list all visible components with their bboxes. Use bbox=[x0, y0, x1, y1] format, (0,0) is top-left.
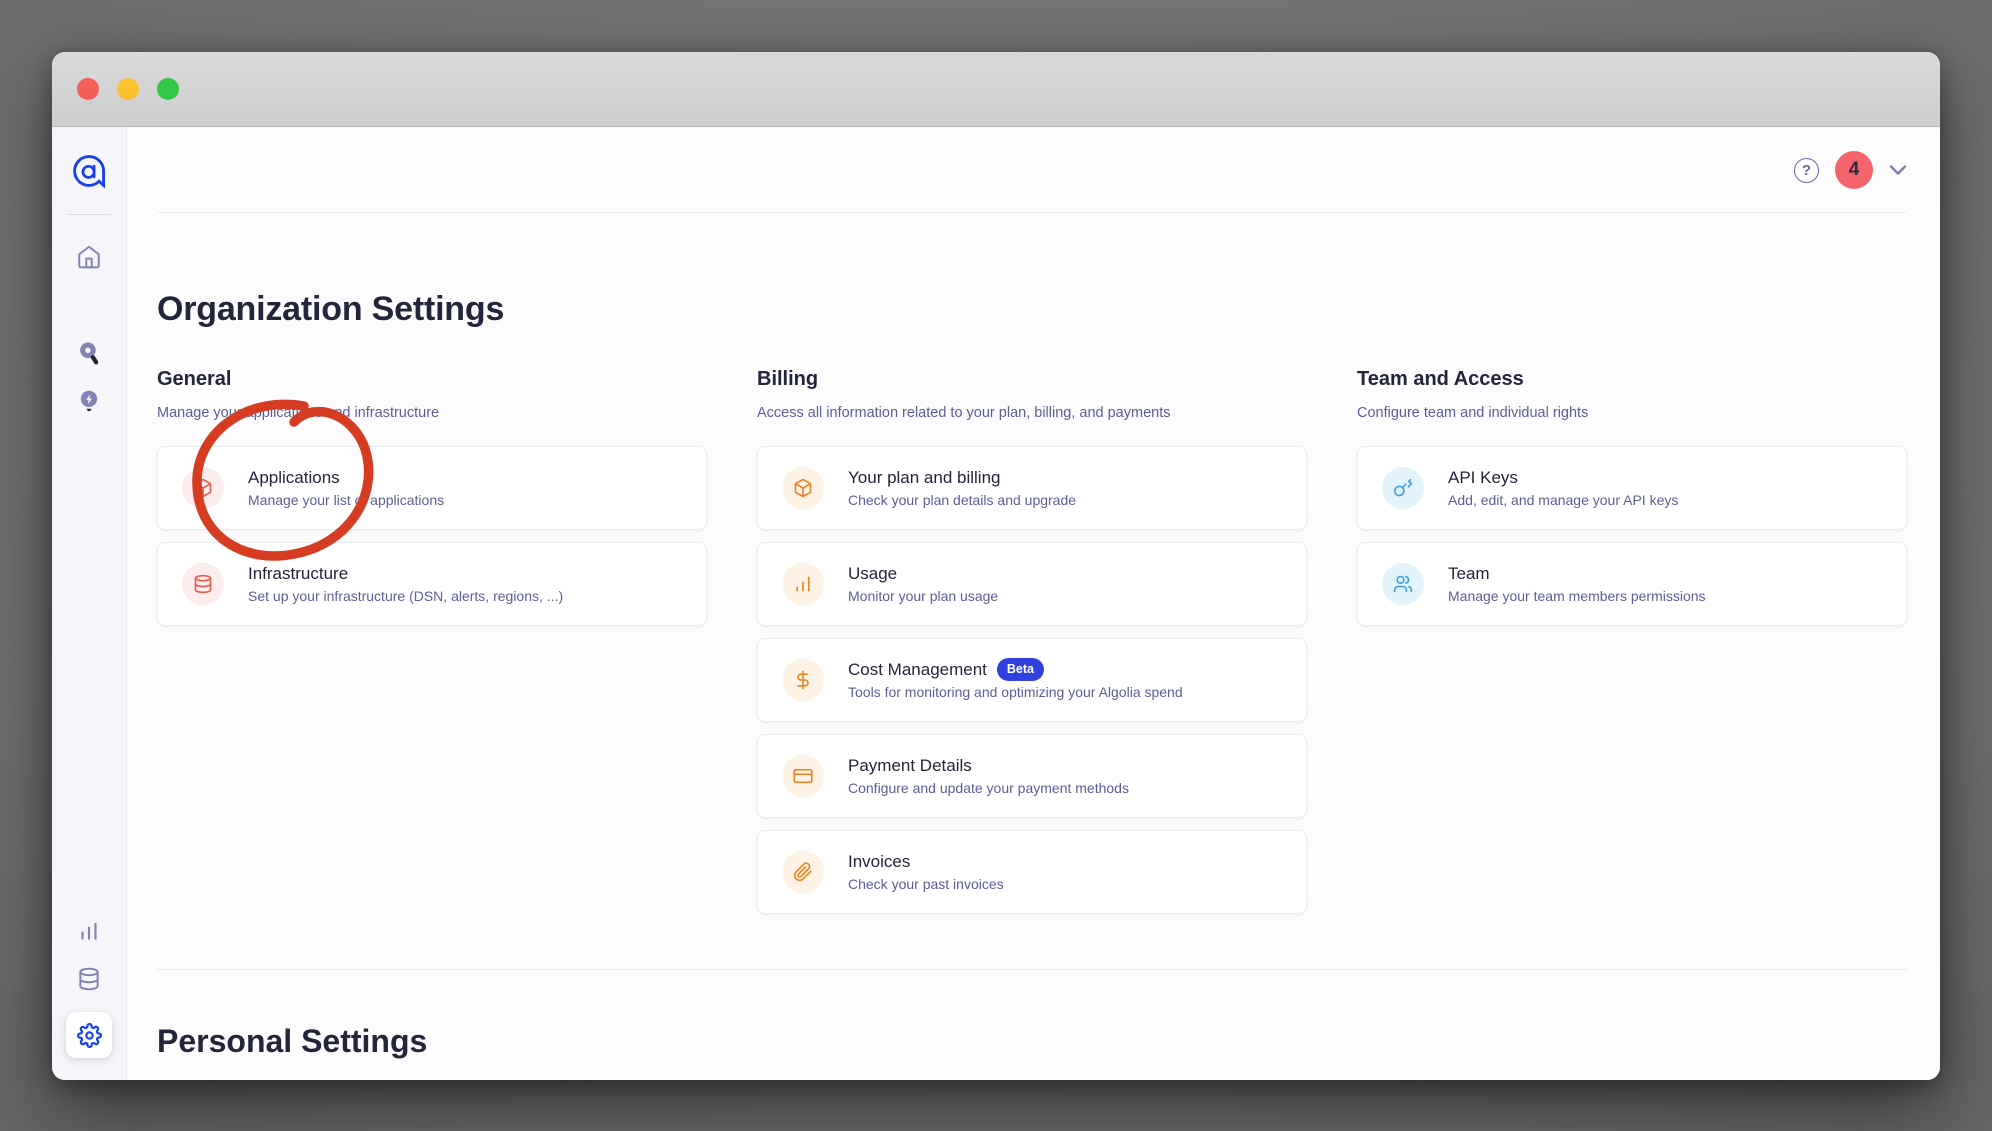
card-text: Invoices Check your past invoices bbox=[848, 850, 1004, 894]
card-text: Cost Management Beta Tools for monitoring … bbox=[848, 658, 1183, 702]
section-heading: Team and Access bbox=[1357, 366, 1907, 392]
card-usage[interactable]: Usage Monitor your plan usage bbox=[757, 542, 1307, 626]
card-subtitle: Check your past invoices bbox=[848, 875, 1004, 894]
users-icon bbox=[1382, 563, 1424, 605]
help-icon[interactable]: ? bbox=[1794, 158, 1819, 183]
card-title: Team bbox=[1448, 562, 1490, 585]
card-subtitle: Manage your team members permissions bbox=[1448, 587, 1706, 606]
card-title: Invoices bbox=[848, 850, 910, 873]
paperclip-icon bbox=[782, 851, 824, 893]
credit-card-icon bbox=[782, 755, 824, 797]
card-text: Applications Manage your list of applicat… bbox=[248, 466, 444, 510]
settings-gear-icon[interactable] bbox=[66, 1012, 112, 1058]
card-team[interactable]: Team Manage your team members permissions bbox=[1357, 542, 1907, 626]
analytics-icon[interactable] bbox=[76, 918, 102, 944]
section-general: General Manage your applications and infr… bbox=[157, 366, 707, 914]
card-invoices[interactable]: Invoices Check your past invoices bbox=[757, 830, 1307, 914]
beta-badge: Beta bbox=[997, 658, 1044, 681]
section-heading: Billing bbox=[757, 366, 1307, 392]
sidebar bbox=[52, 127, 127, 1080]
window-titlebar[interactable] bbox=[52, 52, 1940, 127]
card-title: API Keys bbox=[1448, 466, 1518, 489]
dollar-icon bbox=[782, 659, 824, 701]
app-body: ? 4 Organization Settings General Manage … bbox=[52, 127, 1940, 1080]
card-title: Payment Details bbox=[848, 754, 972, 777]
section-description: Access all information related to your p… bbox=[757, 404, 1307, 422]
card-subtitle: Configure and update your payment method… bbox=[848, 779, 1129, 798]
zoom-window-button[interactable] bbox=[157, 78, 179, 100]
card-text: Team Manage your team members permissions bbox=[1448, 562, 1706, 606]
section-billing: Billing Access all information related to… bbox=[757, 366, 1307, 914]
card-subtitle: Check your plan details and upgrade bbox=[848, 491, 1076, 510]
card-text: Payment Details Configure and update your… bbox=[848, 754, 1129, 798]
section-heading: General bbox=[157, 366, 707, 392]
app-window: ? 4 Organization Settings General Manage … bbox=[52, 52, 1940, 1080]
card-subtitle: Manage your list of applications bbox=[248, 491, 444, 510]
section-divider bbox=[157, 969, 1907, 970]
personal-settings-title: Personal Settings bbox=[157, 1022, 1907, 1060]
bar-chart-icon bbox=[782, 563, 824, 605]
key-icon bbox=[1382, 467, 1424, 509]
section-description: Manage your applications and infrastruct… bbox=[157, 404, 707, 422]
card-subtitle: Add, edit, and manage your API keys bbox=[1448, 491, 1678, 510]
home-icon[interactable] bbox=[76, 244, 102, 270]
search-icon[interactable] bbox=[76, 340, 102, 366]
card-list: Applications Manage your list of applicat… bbox=[157, 446, 707, 626]
card-applications[interactable]: Applications Manage your list of applicat… bbox=[157, 446, 707, 530]
cube-icon bbox=[782, 467, 824, 509]
card-title: Infrastructure bbox=[248, 562, 348, 585]
section-team-and-access: Team and Access Configure team and indivi… bbox=[1357, 366, 1907, 914]
card-infrastructure[interactable]: Infrastructure Set up your infrastructure… bbox=[157, 542, 707, 626]
card-cost-management[interactable]: Cost Management Beta Tools for monitoring … bbox=[757, 638, 1307, 722]
card-payment-details[interactable]: Payment Details Configure and update your… bbox=[757, 734, 1307, 818]
settings-page: Organization Settings General Manage your… bbox=[127, 213, 1940, 1080]
card-list: API Keys Add, edit, and manage your API k… bbox=[1357, 446, 1907, 626]
box-icon bbox=[182, 467, 224, 509]
card-title: Your plan and billing bbox=[848, 466, 1001, 489]
sidebar-divider bbox=[67, 214, 111, 215]
settings-sections: General Manage your applications and infr… bbox=[157, 366, 1907, 914]
card-title: Usage bbox=[848, 562, 897, 585]
card-title: Applications bbox=[248, 466, 340, 489]
card-text: Your plan and billing Check your plan det… bbox=[848, 466, 1076, 510]
minimize-window-button[interactable] bbox=[117, 78, 139, 100]
card-text: Usage Monitor your plan usage bbox=[848, 562, 998, 606]
chevron-down-icon[interactable] bbox=[1889, 164, 1907, 176]
close-window-button[interactable] bbox=[77, 78, 99, 100]
card-your-plan-and-billing[interactable]: Your plan and billing Check your plan det… bbox=[757, 446, 1307, 530]
card-text: Infrastructure Set up your infrastructure… bbox=[248, 562, 563, 606]
data-icon[interactable] bbox=[76, 966, 102, 992]
recommend-icon[interactable] bbox=[76, 388, 102, 414]
card-subtitle: Set up your infrastructure (DSN, alerts,… bbox=[248, 587, 563, 606]
card-title: Cost Management bbox=[848, 658, 987, 681]
section-description: Configure team and individual rights bbox=[1357, 404, 1907, 422]
card-text: API Keys Add, edit, and manage your API k… bbox=[1448, 466, 1678, 510]
card-subtitle: Tools for monitoring and optimizing your… bbox=[848, 683, 1183, 702]
card-list: Your plan and billing Check your plan det… bbox=[757, 446, 1307, 914]
header: ? 4 bbox=[127, 127, 1940, 213]
page-title: Organization Settings bbox=[157, 289, 1907, 329]
desktop-background: ? 4 Organization Settings General Manage … bbox=[0, 0, 1992, 1131]
database-icon bbox=[182, 563, 224, 605]
avatar[interactable]: 4 bbox=[1835, 151, 1873, 189]
algolia-logo bbox=[71, 153, 107, 189]
card-subtitle: Monitor your plan usage bbox=[848, 587, 998, 606]
card-api-keys[interactable]: API Keys Add, edit, and manage your API k… bbox=[1357, 446, 1907, 530]
main-panel: ? 4 Organization Settings General Manage … bbox=[127, 127, 1940, 1080]
